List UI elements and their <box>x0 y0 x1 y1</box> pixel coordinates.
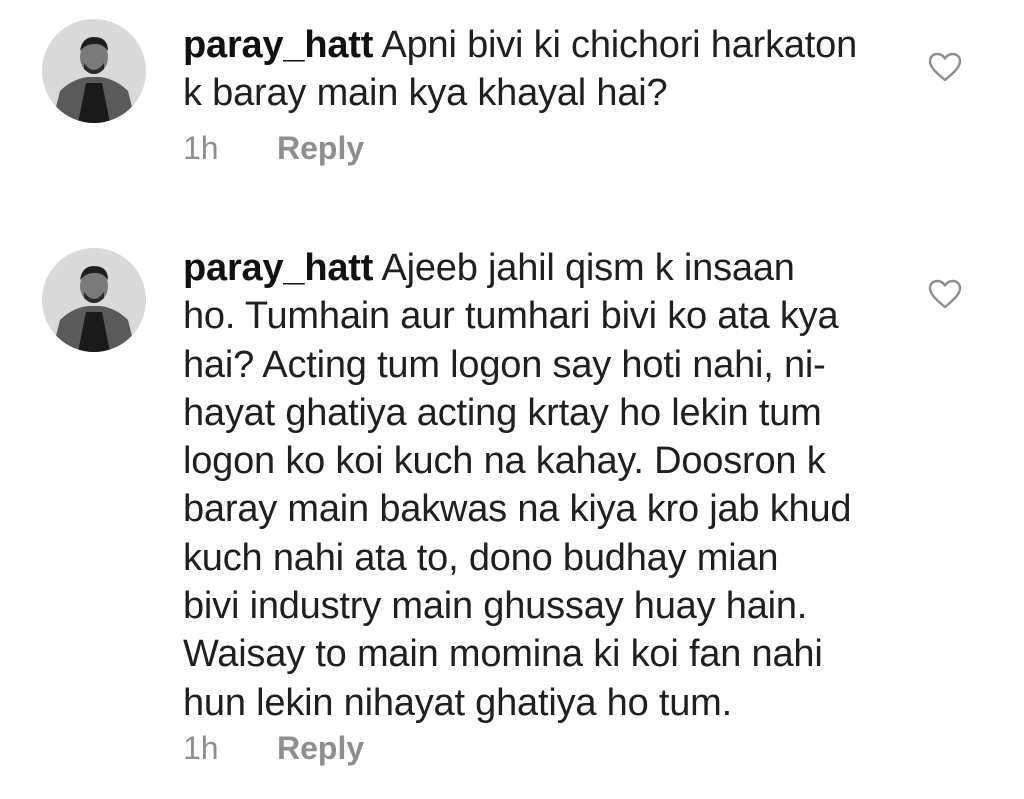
avatar[interactable] <box>42 248 146 352</box>
timestamp: 1h <box>183 730 219 766</box>
comment-meta: 1h Reply <box>183 130 364 167</box>
comment-line: logon ko koi kuch na kahay. Doosron k <box>183 440 826 483</box>
comment-item: paray_hatt Ajeeb jahil qism k insaan ho.… <box>0 230 1024 799</box>
comment-line: Waisay to main momina ki koi fan nahi <box>183 633 823 676</box>
reply-button[interactable]: Reply <box>277 130 364 166</box>
comment-line: kuch nahi ata to, dono budhay mian <box>183 536 779 579</box>
comment-text: paray_hatt Ajeeb jahil qism k insaan ho.… <box>183 244 903 727</box>
comment-line: Apni bivi ki chichori harkaton <box>381 24 858 66</box>
heart-outline-icon[interactable] <box>928 279 962 309</box>
timestamp: 1h <box>183 130 219 166</box>
comment-line: bivi industry main ghussay huay hain. <box>183 585 808 628</box>
comment-meta: 1h Reply <box>183 730 364 767</box>
comment-line: k baray main kya khayal hai? <box>183 72 668 115</box>
comment-line: hun lekin nihayat ghatiya ho tum. <box>183 681 732 724</box>
comment-line: Ajeeb jahil qism k insaan <box>381 247 795 289</box>
heart-outline-icon[interactable] <box>928 52 962 82</box>
reply-button[interactable]: Reply <box>277 730 364 766</box>
avatar-image <box>42 248 146 352</box>
comment-line: ho. Tumhain aur tumhari bivi ko ata kya <box>183 295 839 338</box>
comment-item: paray_hatt Apni bivi ki chichori harkato… <box>0 0 1024 200</box>
comment-text: paray_hatt Apni bivi ki chichori harkato… <box>183 21 903 118</box>
comment-line: hai? Acting tum logon say hoti nahi, ni- <box>183 343 826 386</box>
username-link[interactable]: paray_hatt <box>183 24 373 66</box>
comment-line: hayat ghatiya acting krtay ho lekin tum <box>183 391 822 434</box>
comment-line: baray main bakwas na kiya kro jab khud <box>183 488 852 531</box>
avatar-image <box>42 19 146 123</box>
username-link[interactable]: paray_hatt <box>183 247 373 289</box>
avatar[interactable] <box>42 19 146 123</box>
